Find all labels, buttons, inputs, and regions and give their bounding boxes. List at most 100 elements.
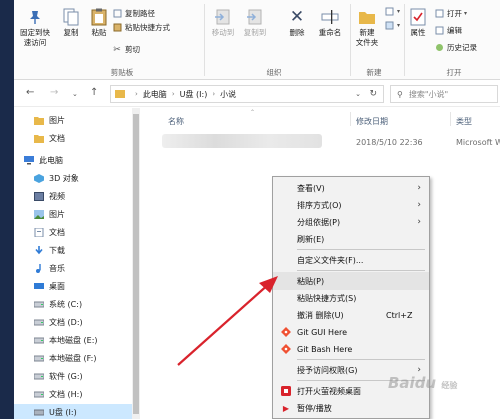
chevron-down-icon[interactable]: ⌄ <box>355 90 361 98</box>
move-to-icon <box>214 8 232 26</box>
sidebar-item[interactable]: 文档 <box>14 224 132 241</box>
sidebar-item[interactable]: 音乐 <box>14 260 132 277</box>
file-type: Microsoft W <box>456 138 500 147</box>
chevron-right-icon: › <box>171 90 175 98</box>
sidebar-item[interactable]: 图片 <box>14 206 132 223</box>
sidebar-item-label: 视频 <box>49 192 65 201</box>
sidebar-item-label: 图片 <box>49 116 65 125</box>
properties-check-icon <box>409 8 427 26</box>
sidebar-item[interactable]: 文档 (D:) <box>14 314 132 331</box>
ribbon: 固定到快 速访问 复制 粘贴 复制路径 粘贴快捷方式 ✂ 剪切 剪贴板 移动到 … <box>14 0 500 80</box>
edit-icon <box>434 26 444 36</box>
sidebar-item[interactable]: 系统 (C:) <box>14 296 132 313</box>
menu-item-refresh[interactable]: 刷新(E) <box>273 230 429 248</box>
delete-x-icon: ✕ <box>289 7 305 27</box>
column-header-date[interactable]: 修改日期 <box>356 116 388 127</box>
menu-item-git-bash[interactable]: Git Bash Here <box>273 340 429 358</box>
sidebar-item-label: U盘 (I:) <box>49 408 77 417</box>
blurred-file-name[interactable] <box>162 134 322 148</box>
cut-button[interactable]: ✂ 剪切 <box>112 44 140 55</box>
menu-item-group-by[interactable]: 分组依据(P) › <box>273 213 429 231</box>
drive-icon <box>34 318 44 327</box>
sidebar-item-label: 文档 <box>49 228 65 237</box>
up-arrow-icon[interactable]: ↑ <box>90 87 98 98</box>
new-item-icon <box>384 6 394 16</box>
rename-icon <box>321 8 339 26</box>
sidebar-item[interactable]: 视频 <box>14 188 132 205</box>
menu-item-view[interactable]: 查看(V) › <box>273 179 429 197</box>
recent-chevron-icon[interactable]: ⌄ <box>72 90 78 98</box>
chevron-right-icon: › <box>417 183 421 193</box>
breadcrumb-usb-drive[interactable]: U盘 (I:) <box>180 89 208 100</box>
sidebar-item-label: 3D 对象 <box>49 174 79 183</box>
move-to-button[interactable]: 移动到 <box>208 8 238 38</box>
rename-button[interactable]: 重命名 <box>314 8 346 38</box>
open-group-label: 打开 <box>446 68 462 77</box>
breadcrumb-this-pc[interactable]: 此电脑 <box>143 89 167 100</box>
copy-path-label: 复制路径 <box>125 9 155 18</box>
copy-to-button[interactable]: 复制到 <box>240 8 270 38</box>
video-icon <box>34 192 44 201</box>
nav-scrollbar-thumb[interactable] <box>133 114 139 414</box>
column-header-name[interactable]: 名称 <box>168 116 184 127</box>
sidebar-item[interactable]: 桌面 <box>14 278 132 295</box>
menu-item-undo-delete[interactable]: 撤消 删除(U) Ctrl+Z <box>273 306 429 324</box>
chevron-right-icon: › <box>417 200 421 210</box>
sidebar-item[interactable]: 本地磁盘 (F:) <box>14 350 132 367</box>
column-divider[interactable] <box>450 112 451 126</box>
column-divider[interactable] <box>350 112 351 126</box>
properties-button[interactable]: 属性 <box>406 8 430 38</box>
search-icon: ⚲ <box>397 89 403 99</box>
new-group-label: 新建 <box>366 68 382 77</box>
undo-shortcut: Ctrl+Z <box>386 310 413 320</box>
nav-scrollbar[interactable] <box>132 108 140 419</box>
breadcrumb-novels[interactable]: 小说 <box>220 89 236 100</box>
new-folder-icon <box>358 8 376 26</box>
new-item-button[interactable]: ▾ <box>384 6 400 16</box>
menu-item-git-gui[interactable]: Git GUI Here <box>273 323 429 341</box>
menu-item-paste[interactable]: 粘贴(P) <box>273 272 429 290</box>
copy-button[interactable]: 复制 <box>58 8 84 38</box>
document-icon <box>34 228 44 237</box>
menu-item-paste-shortcut[interactable]: 粘贴快捷方式(S) <box>273 289 429 307</box>
menu-item-pause-play[interactable]: ▶ 暂停/播放 <box>273 399 429 417</box>
forward-arrow-icon[interactable]: → <box>50 87 58 98</box>
sidebar-item-label: 图片 <box>49 210 65 219</box>
pin-label: 固定到快 速访问 <box>20 28 50 47</box>
history-button[interactable]: 历史记录 <box>434 42 477 53</box>
menu-item-sort[interactable]: 排序方式(O) › <box>273 196 429 214</box>
easy-access-button[interactable]: ▾ <box>384 20 400 30</box>
sidebar-item[interactable]: 软件 (G:) <box>14 368 132 385</box>
edit-button[interactable]: 编辑 <box>434 25 462 36</box>
back-arrow-icon[interactable]: ← <box>26 87 34 98</box>
sidebar-item[interactable]: 图片 <box>14 112 132 129</box>
sidebar-item[interactable]: 文档 (H:) <box>14 386 132 403</box>
address-bar-row: ← → ⌄ ↑ › 此电脑 › U盘 (I:) › 小说 ⌄ ↻ ⚲ 搜索"小说… <box>14 81 500 107</box>
delete-button[interactable]: ✕ 删除 <box>284 8 310 38</box>
open-button[interactable]: 打开 ▾ <box>434 8 467 19</box>
sidebar-item[interactable]: U盘 (I:) <box>14 404 132 419</box>
search-input[interactable]: ⚲ 搜索"小说" <box>390 85 498 103</box>
sidebar-item-label: 此电脑 <box>39 156 63 165</box>
paste-shortcut-button[interactable]: 粘贴快捷方式 <box>112 22 170 33</box>
paste-button[interactable]: 粘贴 <box>86 8 112 38</box>
copy-path-button[interactable]: 复制路径 <box>112 8 155 19</box>
pin-quick-access-button[interactable]: 固定到快 速访问 <box>16 8 54 48</box>
refresh-icon[interactable]: ↻ <box>369 89 377 99</box>
recorder-icon <box>281 386 291 396</box>
sidebar-item-label: 文档 (H:) <box>49 390 83 399</box>
sidebar-item[interactable]: 文档 <box>14 130 132 147</box>
menu-item-customize-folder[interactable]: 自定义文件夹(F)... <box>273 251 429 269</box>
git-icon <box>281 344 291 354</box>
chevron-right-icon: › <box>212 90 216 98</box>
sidebar-item-label: 软件 (G:) <box>49 372 83 381</box>
sidebar-item[interactable]: 本地磁盘 (E:) <box>14 332 132 349</box>
sidebar-item[interactable]: 3D 对象 <box>14 170 132 187</box>
new-folder-button[interactable]: 新建 文件夹 <box>352 8 382 48</box>
address-path[interactable]: › 此电脑 › U盘 (I:) › 小说 ⌄ ↻ <box>110 85 384 103</box>
sidebar-item[interactable]: 此电脑 <box>14 152 132 169</box>
column-header-type[interactable]: 类型 <box>456 116 472 127</box>
copy-to-icon <box>246 8 264 26</box>
sidebar-item[interactable]: 下载 <box>14 242 132 259</box>
menu-divider <box>297 249 425 250</box>
